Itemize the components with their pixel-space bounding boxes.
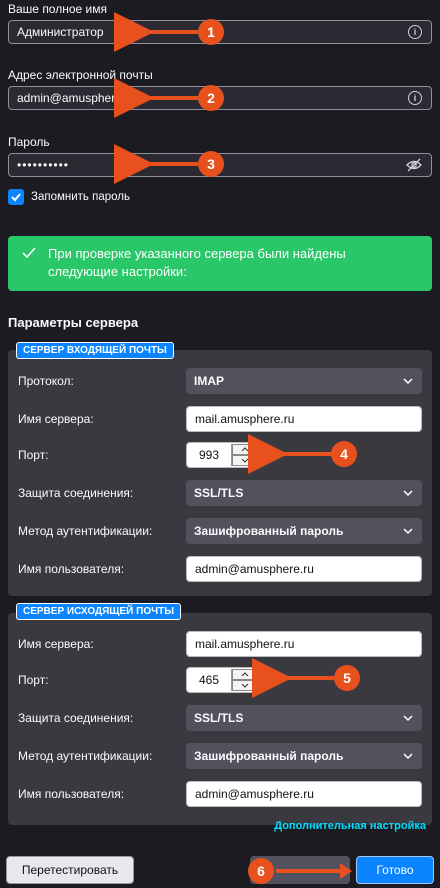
- callout-badge: 2: [198, 85, 224, 111]
- callout-arrowhead: [340, 863, 352, 879]
- callout-badge: 6: [248, 858, 274, 884]
- callout-badge: 4: [331, 441, 357, 467]
- annotation-overlay: [114, 12, 352, 879]
- callout-badge: 1: [198, 19, 224, 45]
- callout-badge: 3: [198, 151, 224, 177]
- callout-badge: 5: [334, 665, 360, 691]
